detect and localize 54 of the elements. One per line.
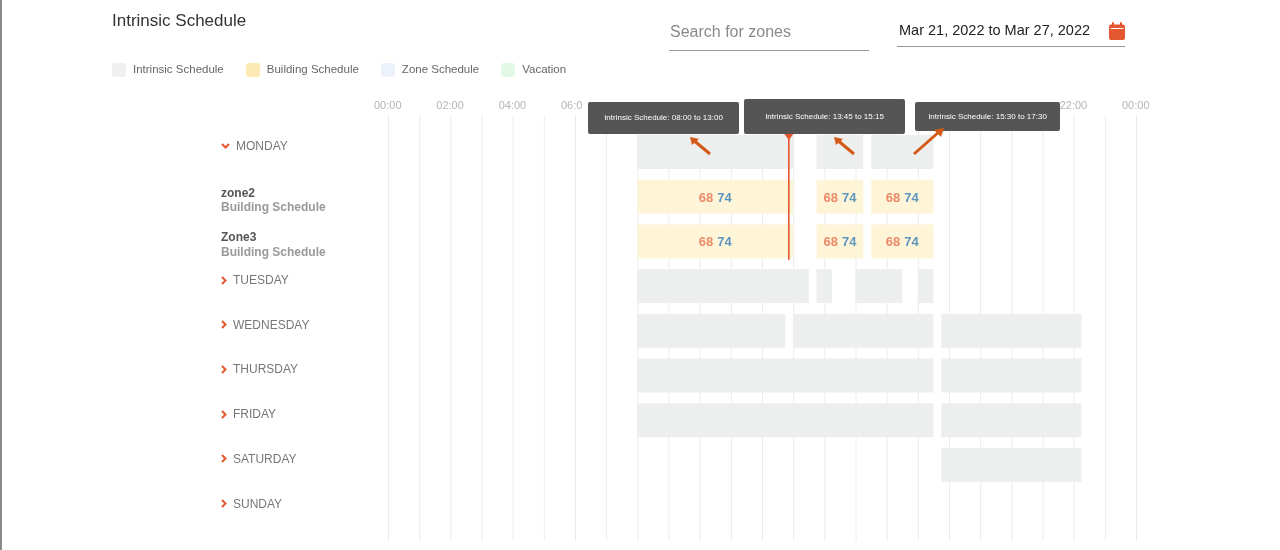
chevron-right-icon[interactable]: [221, 320, 227, 330]
search-field[interactable]: Search for zones: [669, 18, 869, 51]
day-label[interactable]: MONDAY: [236, 137, 288, 155]
low-setpoint: 68: [885, 234, 901, 250]
day-label[interactable]: WEDNESDAY: [233, 315, 310, 334]
high-setpoint: 74: [717, 189, 732, 205]
page-title: Intrinsic Schedule: [112, 11, 247, 32]
chevron-down-icon[interactable]: [221, 143, 230, 149]
day-label[interactable]: FRIDAY: [233, 405, 277, 424]
zone-name: Zone3: [221, 230, 258, 245]
low-setpoint: 68: [885, 189, 901, 205]
day-label[interactable]: TUESDAY: [233, 271, 289, 290]
annotation-arrow: [832, 136, 856, 156]
low-setpoint: 68: [698, 234, 714, 250]
low-setpoint: 68: [823, 189, 838, 205]
tooltip: Intrinsic Schedule: 08:00 to 13:00: [588, 102, 739, 134]
high-setpoint: 74: [904, 234, 919, 250]
chevron-right-icon[interactable]: [221, 454, 227, 464]
high-setpoint: 74: [841, 189, 857, 205]
day-label[interactable]: SUNDAY: [233, 494, 283, 513]
high-setpoint: 74: [904, 189, 919, 205]
schedule-bar: [871, 224, 934, 259]
chevron-right-icon[interactable]: [221, 275, 227, 285]
zone-name: zone2: [221, 185, 256, 201]
zone-schedule-type: Building Schedule: [221, 200, 326, 216]
legend-label: Intrinsic Schedule: [133, 62, 224, 78]
time-axis-label: 00:00: [374, 98, 402, 113]
high-setpoint: 74: [717, 234, 732, 250]
annotation-arrow: [912, 126, 946, 156]
legend-label: Vacation: [522, 62, 567, 78]
schedule-bar: [871, 179, 934, 214]
day-label[interactable]: SATURDAY: [233, 449, 297, 468]
time-axis-label: 06:0: [561, 98, 583, 113]
date-range-field[interactable]: Mar 21, 2022 to Mar 27, 2022: [897, 20, 1125, 47]
tooltip: Intrinsic Schedule: 13:45 to 15:15: [744, 99, 905, 134]
day-label[interactable]: THURSDAY: [233, 360, 299, 379]
time-axis-label: 04:00: [498, 98, 527, 113]
high-setpoint: 74: [841, 234, 857, 250]
schedule-bar: [816, 224, 864, 259]
time-axis-label: 22:00: [1059, 98, 1088, 113]
legend-label: Building Schedule: [266, 62, 359, 78]
calendar-icon[interactable]: [1109, 21, 1125, 40]
low-setpoint: 68: [823, 234, 838, 250]
annotation-arrow: [688, 136, 712, 156]
chevron-right-icon[interactable]: [221, 409, 227, 419]
chevron-right-icon[interactable]: [221, 499, 227, 508]
legend-label: Zone Schedule: [401, 62, 480, 78]
chevron-right-icon[interactable]: [221, 364, 227, 374]
time-axis-label: 00:00: [1122, 98, 1150, 113]
low-setpoint: 68: [698, 189, 714, 205]
zone-schedule-type: Building Schedule: [221, 244, 326, 261]
tooltip: Intrinsic Schedule: 15:30 to 17:30: [915, 102, 1060, 131]
time-axis-label: 02:00: [436, 98, 464, 113]
schedule-bar: [816, 179, 864, 214]
